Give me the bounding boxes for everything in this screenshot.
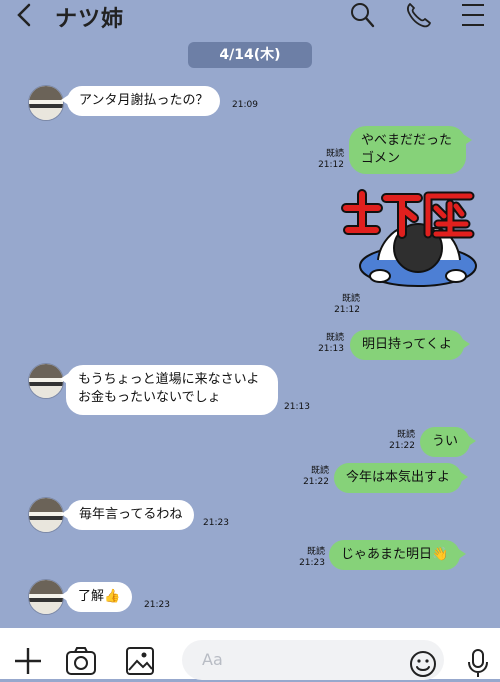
- plus-icon[interactable]: [10, 644, 46, 676]
- outgoing-message[interactable]: やべまだだった ゴメン: [349, 126, 472, 174]
- message-time: 21:09: [232, 100, 258, 110]
- outgoing-message[interactable]: じゃあまた明日👋: [329, 540, 467, 570]
- read-receipt: 既読 21:13: [318, 333, 344, 354]
- chat-header: ナツ姉: [0, 0, 500, 34]
- phone-icon[interactable]: [402, 0, 434, 30]
- incoming-message[interactable]: 了解👍: [59, 582, 133, 612]
- avatar[interactable]: [28, 579, 64, 615]
- read-receipt: 既読 21:22: [389, 430, 415, 451]
- avatar[interactable]: [28, 497, 64, 533]
- outgoing-message[interactable]: 今年は本気出すよ: [334, 463, 469, 493]
- read-receipt: 既読 21:22: [303, 466, 329, 487]
- menu-icon[interactable]: [457, 0, 489, 30]
- date-separator: 4/14(木): [188, 42, 312, 68]
- message-time: 21:23: [144, 600, 170, 610]
- message-input[interactable]: Aa: [182, 640, 444, 680]
- read-receipt: 既読 21:23: [299, 547, 325, 568]
- avatar[interactable]: [28, 363, 64, 399]
- bowing-sticker-image[interactable]: [340, 186, 480, 296]
- chat-title: ナツ姉: [55, 7, 125, 32]
- incoming-message[interactable]: 毎年言ってるわね: [60, 500, 195, 530]
- incoming-message[interactable]: アンタ月謝払ったの？: [60, 86, 221, 116]
- message-time: 21:23: [203, 518, 229, 528]
- read-receipt: 既読 21:12: [334, 294, 360, 315]
- read-receipt: 既読 21:12: [318, 149, 344, 170]
- outgoing-message[interactable]: 明日持ってくよ: [350, 330, 470, 360]
- avatar[interactable]: [28, 85, 64, 121]
- message-time: 21:13: [284, 402, 310, 412]
- back-chevron-icon[interactable]: [10, 0, 40, 30]
- image-icon[interactable]: [122, 644, 158, 676]
- input-placeholder: Aa: [202, 650, 223, 669]
- camera-icon[interactable]: [63, 644, 99, 676]
- search-icon[interactable]: [346, 0, 378, 30]
- mic-icon[interactable]: [466, 648, 490, 678]
- emoji-icon[interactable]: [409, 650, 437, 678]
- incoming-message[interactable]: もうちょっと道場に来なさいよ お金もったいないでしょ: [60, 365, 278, 415]
- outgoing-message[interactable]: うい: [420, 427, 477, 457]
